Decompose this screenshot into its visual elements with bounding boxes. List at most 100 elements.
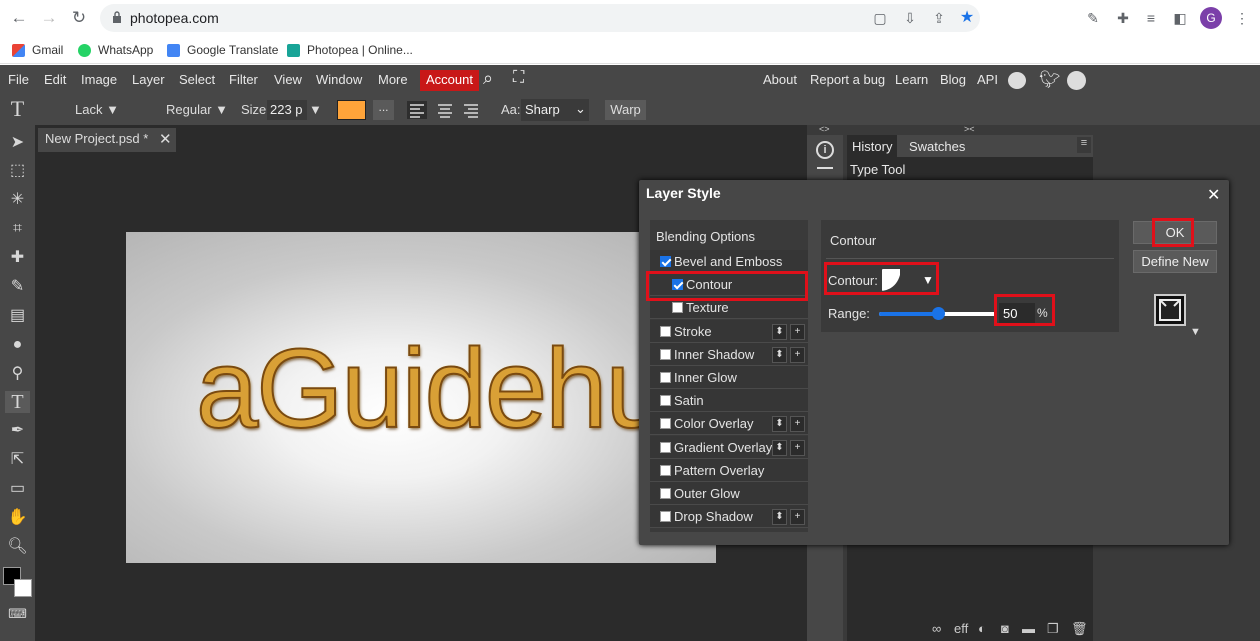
add-instance-icon[interactable]: +: [790, 509, 805, 526]
back-icon[interactable]: ←: [9, 8, 29, 28]
page-icon[interactable]: ▢: [870, 8, 890, 28]
new-layer-icon[interactable]: ❐: [1047, 621, 1059, 637]
gradient-tool-icon[interactable]: ▤: [5, 305, 30, 327]
font-family-select[interactable]: Lack ▼: [75, 102, 119, 117]
sidepanel-icon[interactable]: ◧: [1170, 8, 1190, 28]
style-row-drop-shadow[interactable]: Drop Shadow ⬍ +: [650, 505, 808, 529]
style-row-gradient-overlay[interactable]: Gradient Overlay ⬍ +: [650, 435, 808, 459]
style-checkbox[interactable]: [660, 464, 671, 476]
style-row-bevel-and-emboss[interactable]: Bevel and Emboss: [650, 250, 808, 273]
collapse-icon[interactable]: <>: [819, 124, 830, 134]
style-row-inner-glow[interactable]: Inner Glow: [650, 366, 808, 389]
more-options-button[interactable]: ...: [373, 100, 394, 120]
style-checkbox[interactable]: [660, 395, 671, 407]
adjustment-icon[interactable]: ◐: [978, 621, 986, 636]
size-input[interactable]: 223 p: [267, 100, 307, 120]
extensions-icon[interactable]: ✚: [1113, 8, 1133, 28]
effects-icon[interactable]: eff: [954, 621, 968, 636]
antialias-select[interactable]: Sharp ⌄: [521, 99, 589, 121]
tab-swatches[interactable]: Swatches: [909, 139, 965, 154]
link-report-bug[interactable]: Report a bug: [810, 72, 885, 87]
style-checkbox[interactable]: [660, 441, 671, 453]
close-icon[interactable]: ✕: [1207, 185, 1220, 205]
forward-icon[interactable]: →: [39, 8, 59, 28]
address-bar[interactable]: photopea.com ★ ▢ ⇩ ⇪: [100, 4, 980, 32]
dodge-tool-icon[interactable]: ⚲: [5, 363, 30, 385]
link-layers-icon[interactable]: ∞: [932, 621, 941, 636]
shape-tool-icon[interactable]: ▭: [5, 478, 30, 500]
link-api[interactable]: API: [977, 72, 998, 87]
reorder-icon[interactable]: ⬍: [772, 323, 787, 340]
document-tab[interactable]: New Project.psd * ✕: [38, 128, 176, 152]
text-color-swatch[interactable]: [337, 100, 366, 120]
avatar[interactable]: G: [1200, 7, 1222, 29]
style-checkbox[interactable]: [660, 488, 671, 499]
menu-file[interactable]: File: [8, 72, 29, 87]
close-tab-icon[interactable]: ✕: [159, 130, 172, 148]
style-row-color-overlay[interactable]: Color Overlay ⬍ +: [650, 412, 808, 436]
warp-button[interactable]: Warp: [605, 100, 646, 120]
panel-menu-icon[interactable]: ≡: [1077, 137, 1091, 153]
bookmark-star-icon[interactable]: ★: [957, 8, 977, 28]
bookmark-whatsapp[interactable]: WhatsApp: [78, 41, 153, 59]
style-checkbox[interactable]: [660, 325, 671, 337]
reorder-icon[interactable]: ⬍: [772, 439, 787, 456]
background-color-swatch[interactable]: [14, 579, 32, 597]
reddit-icon[interactable]: [1008, 72, 1026, 89]
move-tool-icon[interactable]: ➤: [5, 132, 30, 154]
text-tool-active-icon[interactable]: T: [5, 391, 30, 413]
menu-image[interactable]: Image: [81, 72, 117, 87]
menu-more[interactable]: More: [378, 72, 408, 87]
range-slider[interactable]: [879, 307, 997, 320]
zoom-tool-icon[interactable]: 🔍︎: [5, 536, 30, 558]
fullscreen-icon[interactable]: ⛶: [513, 69, 524, 87]
link-blog[interactable]: Blog: [940, 72, 966, 87]
canvas[interactable]: aGuidehub: [126, 232, 729, 563]
style-checkbox[interactable]: [660, 372, 671, 383]
path-select-icon[interactable]: ⇱: [5, 449, 30, 471]
share-icon[interactable]: ⇪: [929, 8, 949, 28]
style-checkbox[interactable]: [660, 348, 671, 360]
link-learn[interactable]: Learn: [895, 72, 928, 87]
facebook-icon[interactable]: [1067, 71, 1086, 90]
font-style-select[interactable]: Regular ▼: [166, 102, 228, 117]
bookmark-gmail[interactable]: Gmail: [12, 41, 63, 59]
magic-wand-icon[interactable]: ✳: [5, 189, 30, 211]
crop-tool-icon[interactable]: ⌗: [5, 218, 30, 240]
align-left-icon[interactable]: [407, 101, 427, 119]
search-icon[interactable]: ⌕: [483, 68, 493, 89]
tab-history[interactable]: History: [847, 135, 898, 157]
add-instance-icon[interactable]: +: [790, 416, 805, 433]
range-slider-handle[interactable]: [932, 307, 945, 320]
style-row-stroke[interactable]: Stroke ⬍ +: [650, 319, 808, 343]
account-button[interactable]: Account: [420, 70, 479, 91]
mask-icon[interactable]: ◙: [1001, 621, 1009, 636]
twitter-icon[interactable]: 🐦︎: [1039, 70, 1061, 90]
pen-tool-icon[interactable]: ✒: [5, 420, 30, 442]
hand-tool-icon[interactable]: ✋: [5, 507, 30, 529]
media-icon[interactable]: ≡: [1141, 8, 1161, 28]
bookmark-photopea[interactable]: Photopea | Online...: [287, 41, 413, 59]
add-instance-icon[interactable]: +: [790, 439, 805, 456]
size-dropdown-icon[interactable]: ▼: [309, 102, 322, 117]
history-item[interactable]: Type Tool: [850, 162, 905, 177]
type-tool-icon[interactable]: T: [5, 98, 30, 120]
link-about[interactable]: About: [763, 72, 797, 87]
style-row-outer-glow[interactable]: Outer Glow: [650, 482, 808, 505]
menu-view[interactable]: View: [274, 72, 302, 87]
trash-icon[interactable]: 🗑︎: [1071, 621, 1088, 637]
style-checkbox[interactable]: [672, 302, 683, 314]
reload-icon[interactable]: ↻: [69, 8, 89, 28]
add-instance-icon[interactable]: +: [790, 323, 805, 340]
brush-tool-icon[interactable]: ✎: [5, 276, 30, 298]
style-checkbox[interactable]: [660, 256, 671, 267]
add-instance-icon[interactable]: +: [790, 346, 805, 363]
expand-icon[interactable]: ><: [964, 124, 975, 134]
reorder-icon[interactable]: ⬍: [772, 416, 787, 433]
style-row-pattern-overlay[interactable]: Pattern Overlay: [650, 458, 808, 482]
align-center-icon[interactable]: [435, 101, 455, 119]
kebab-menu-icon[interactable]: ⋮: [1232, 8, 1252, 28]
align-right-icon[interactable]: [461, 101, 481, 119]
menu-edit[interactable]: Edit: [44, 72, 66, 87]
install-icon[interactable]: ⇩: [900, 8, 920, 28]
